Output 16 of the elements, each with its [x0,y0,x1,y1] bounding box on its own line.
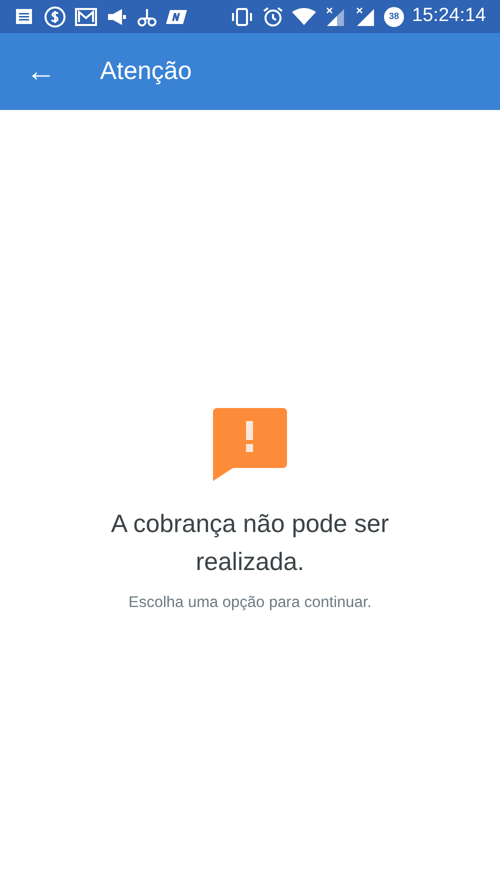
clock: 15:24:14 [412,4,486,28]
instruction-text: Escolha uma opção para continuar. [128,593,372,613]
signal-icon [324,6,346,26]
alert-message-icon [213,408,287,481]
battery-indicator: 38 [384,6,404,26]
signal-icon [354,6,376,26]
back-button[interactable]: ← [26,56,54,86]
mail-icon [74,6,98,26]
wifi-icon [292,8,316,26]
alarm-icon [262,6,284,28]
page-title: Atenção [100,56,192,87]
error-message: A cobrança não pode ser realizada. [110,509,390,578]
megaphone-icon [106,6,128,26]
vibrate-icon [230,6,254,26]
dollar-icon [44,6,66,28]
app-logo-icon [166,8,188,24]
